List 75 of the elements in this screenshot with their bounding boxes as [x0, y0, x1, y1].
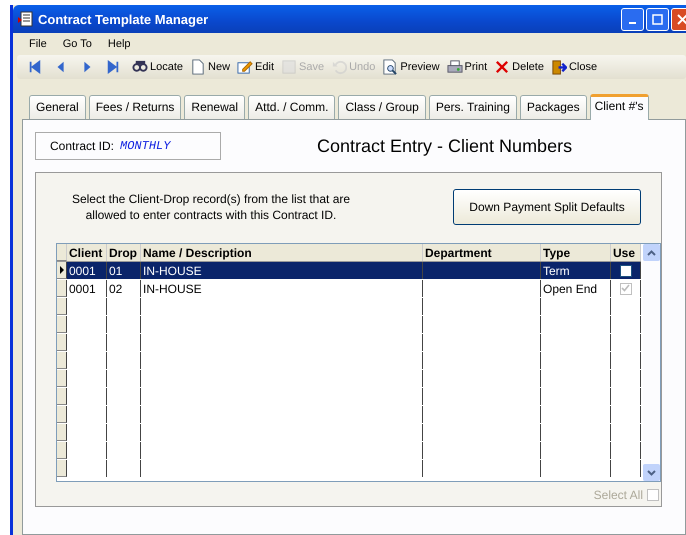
- document-icon: [190, 59, 206, 75]
- row-header[interactable]: [57, 442, 67, 459]
- app-icon: [17, 11, 33, 27]
- toolbar-button[interactable]: Close: [548, 57, 600, 77]
- minimize-icon: [629, 22, 636, 24]
- row-header[interactable]: [57, 280, 67, 297]
- table-cell: 02: [107, 280, 141, 297]
- table-cell: Open End: [541, 280, 611, 297]
- row-header[interactable]: [57, 334, 67, 351]
- window-title: Contract Template Manager: [38, 12, 210, 26]
- row-pointer-icon: [59, 266, 65, 274]
- maximize-button[interactable]: [646, 8, 669, 30]
- toolbar-button[interactable]: Edit: [234, 57, 278, 77]
- tab[interactable]: Class / Group: [338, 95, 426, 119]
- table-cell: IN-HOUSE: [141, 262, 423, 279]
- tab[interactable]: Pers. Training: [428, 95, 517, 119]
- table-row[interactable]: 0001 01 IN-HOUSE Term: [57, 262, 641, 280]
- tab[interactable]: General: [29, 95, 86, 119]
- table-cell: 0001: [67, 280, 107, 297]
- contract-id-value: MONTHLY: [120, 139, 170, 153]
- chevron-up-icon: [647, 250, 656, 256]
- table-cell: 01: [107, 262, 141, 279]
- tab[interactable]: Attd. / Comm.: [248, 95, 336, 119]
- printer-icon: [446, 59, 463, 75]
- toolbar-button[interactable]: Preview: [379, 57, 443, 77]
- undo-icon: [331, 59, 348, 75]
- row-header[interactable]: [57, 388, 67, 405]
- scroll-up-button[interactable]: [643, 244, 660, 261]
- toolbar-button[interactable]: Locate: [129, 57, 186, 77]
- column-header[interactable]: Drop: [107, 244, 141, 261]
- maximize-icon: [652, 14, 663, 24]
- page-heading: Contract Entry - Client Numbers: [317, 136, 572, 156]
- skip-right-icon: [106, 59, 120, 75]
- toolbar-button[interactable]: Print: [444, 57, 490, 77]
- toolbar-button[interactable]: Delete: [491, 57, 547, 77]
- door-arrow-icon: [550, 59, 567, 75]
- magnifier-document-icon: [382, 59, 398, 75]
- row-header[interactable]: [57, 352, 67, 369]
- tab[interactable]: Fees / Returns: [88, 95, 182, 119]
- pencil-icon: [237, 59, 254, 75]
- column-header[interactable]: Client: [67, 244, 107, 261]
- use-checkbox[interactable]: [620, 264, 632, 276]
- table-row[interactable]: 0001 02 IN-HOUSE Open End: [57, 280, 641, 298]
- table-cell: 0001: [67, 262, 107, 279]
- menu-item[interactable]: Help: [100, 38, 139, 50]
- table-cell: Term: [541, 262, 611, 279]
- split-defaults-button[interactable]: Down Payment Split Defaults: [453, 189, 641, 225]
- column-header[interactable]: Department: [423, 244, 541, 261]
- row-header[interactable]: [57, 406, 67, 423]
- table-cell: IN-HOUSE: [141, 280, 423, 297]
- minimize-button[interactable]: [621, 8, 644, 30]
- row-header[interactable]: [57, 424, 67, 441]
- close-icon: [677, 14, 686, 24]
- column-header[interactable]: Name / Description: [141, 244, 423, 261]
- toolbar-button[interactable]: New: [187, 57, 234, 77]
- row-header[interactable]: [57, 370, 67, 387]
- chevron-down-icon: [647, 470, 656, 476]
- instructions-text: Select the Client-Drop record(s) from the list that are allowed to enter contracts with this Contract ID.: [70, 191, 352, 223]
- menu-item[interactable]: File: [21, 38, 55, 50]
- contract-id-label: Contract ID:: [50, 139, 114, 153]
- row-header[interactable]: [57, 262, 67, 279]
- column-header[interactable]: Use: [611, 244, 641, 261]
- tab[interactable]: Packages: [520, 95, 587, 119]
- tab[interactable]: Client #'s: [590, 94, 649, 120]
- skip-left-icon: [28, 59, 42, 75]
- scroll-down-button[interactable]: [643, 464, 660, 481]
- select-all-label: Select All: [594, 488, 643, 502]
- column-header[interactable]: Type: [541, 244, 611, 261]
- row-header[interactable]: [57, 460, 67, 477]
- menu-item[interactable]: Go To: [54, 38, 100, 50]
- row-header[interactable]: [57, 316, 67, 333]
- scrollbar[interactable]: [643, 244, 660, 481]
- close-x-icon: [494, 59, 510, 75]
- row-header[interactable]: [57, 298, 67, 315]
- tab[interactable]: Renewal: [184, 95, 246, 119]
